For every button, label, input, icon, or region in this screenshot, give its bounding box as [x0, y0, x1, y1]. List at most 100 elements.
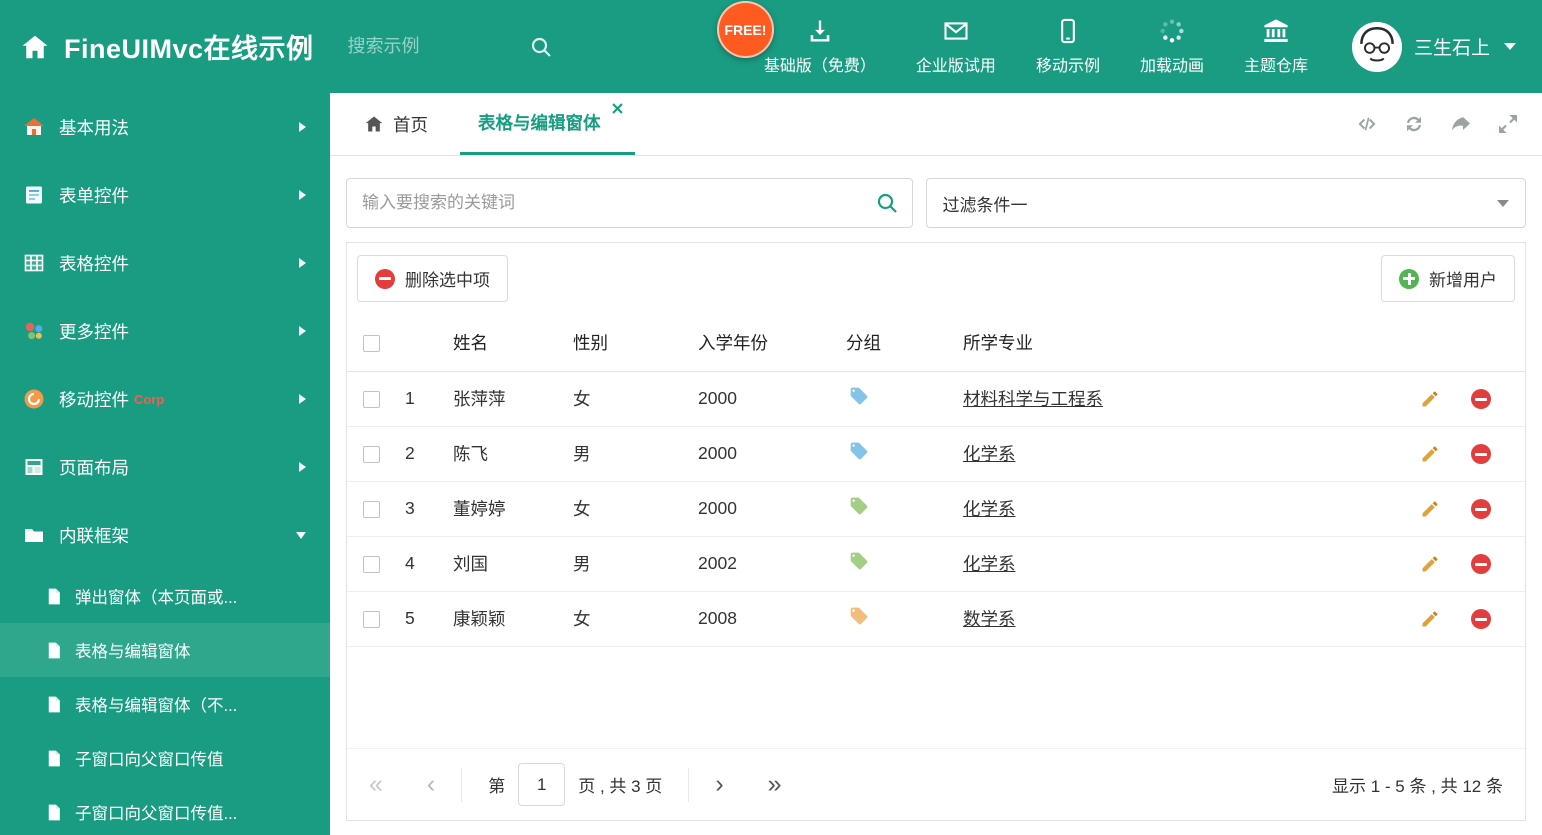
- delete-row-icon[interactable]: [1471, 444, 1491, 465]
- sidebar-subitem-grid-edit-window[interactable]: 表格与编辑窗体: [0, 623, 330, 677]
- sidebar-subitem-child-to-parent[interactable]: 子窗口向父窗口传值: [0, 731, 330, 785]
- column-header-major[interactable]: 所学专业: [963, 314, 1395, 372]
- shapes-icon: [22, 319, 46, 343]
- sidebar-item-basic-usage[interactable]: 基本用法: [0, 93, 330, 161]
- header-search-input[interactable]: [347, 36, 521, 57]
- page-number-input[interactable]: [518, 763, 566, 806]
- sidebar-item-label: 内联框架: [59, 525, 129, 546]
- table-row[interactable]: 4 刘国 男 2002 化学系: [347, 536, 1525, 592]
- pager-divider: [688, 767, 690, 802]
- add-user-button[interactable]: 新增用户: [1381, 255, 1515, 302]
- edit-icon[interactable]: [1420, 609, 1440, 629]
- filter-dropdown[interactable]: 过滤条件一: [925, 178, 1526, 228]
- chevron-down-icon: [296, 531, 306, 539]
- page-icon: [44, 749, 63, 768]
- table-row[interactable]: 1 张萍萍 女 2000 材料科学与工程系: [347, 371, 1525, 427]
- major-link[interactable]: 化学系: [963, 499, 1016, 519]
- column-header-group[interactable]: 分组: [846, 314, 963, 372]
- table-row[interactable]: 2 陈飞 男 2000 化学系: [347, 426, 1525, 482]
- search-icon[interactable]: [529, 35, 553, 59]
- nav-item-enterprise-trial[interactable]: 企业版试用: [896, 17, 1016, 76]
- sidebar-item-page-layout[interactable]: 页面布局: [0, 433, 330, 501]
- column-header-gender[interactable]: 性别: [573, 314, 698, 372]
- close-icon[interactable]: [612, 103, 623, 114]
- refresh-icon[interactable]: [1402, 112, 1426, 136]
- nav-item-mobile-demo[interactable]: 移动示例: [1016, 17, 1120, 76]
- free-badge: FREE!: [716, 1, 774, 58]
- sidebar-subitem-popup-window[interactable]: 弹出窗体（本页面或...: [0, 569, 330, 623]
- select-all-checkbox[interactable]: [363, 334, 380, 352]
- row-name: 董婷婷: [453, 481, 573, 537]
- sidebar-subitem-label: 子窗口向父窗口传值...: [75, 805, 238, 823]
- app-header: FineUIMvc在线示例 FREE! 基础版（免费） 企业版试用: [0, 0, 1542, 93]
- prev-page-button[interactable]: ‹: [427, 772, 435, 797]
- user-menu[interactable]: 三生石上: [1351, 21, 1542, 72]
- delete-selected-button[interactable]: 删除选中项: [357, 255, 508, 302]
- chevron-right-icon: [299, 326, 306, 336]
- nav-item-loading-animation[interactable]: 加载动画: [1120, 17, 1224, 76]
- sidebar-item-mobile-controls[interactable]: 移动控件 Corp: [0, 365, 330, 433]
- row-name: 刘国: [453, 536, 573, 592]
- data-table: 姓名 性别 入学年份 分组 所学专业 1 张萍萍 女 2000 材料科学与工程系…: [347, 314, 1525, 647]
- grid-toolbar: 删除选中项 新增用户: [347, 243, 1525, 314]
- table-row[interactable]: 3 董婷婷 女 2000 化学系: [347, 481, 1525, 537]
- first-page-button[interactable]: «: [369, 772, 383, 797]
- major-link[interactable]: 化学系: [963, 554, 1016, 574]
- row-checkbox[interactable]: [363, 610, 380, 628]
- row-index: 1: [405, 371, 453, 427]
- sidebar-item-inline-frame[interactable]: 内联框架: [0, 501, 330, 569]
- layout-icon: [22, 455, 46, 479]
- delete-row-icon[interactable]: [1471, 554, 1491, 575]
- keyword-search-input[interactable]: [346, 178, 913, 228]
- delete-row-icon[interactable]: [1471, 609, 1491, 630]
- index-column-header: [405, 314, 453, 372]
- sidebar-subitem-label: 子窗口向父窗口传值: [75, 751, 224, 769]
- sidebar-item-form-controls[interactable]: 表单控件: [0, 161, 330, 229]
- sidebar-subitem-child-to-parent-2[interactable]: 子窗口向父窗口传值...: [0, 785, 330, 835]
- search-icon[interactable]: [875, 191, 899, 215]
- column-header-name[interactable]: 姓名: [453, 314, 573, 372]
- row-checkbox[interactable]: [363, 500, 380, 518]
- row-name: 陈飞: [453, 426, 573, 482]
- form-icon: [22, 183, 46, 207]
- row-index: 3: [405, 481, 453, 537]
- edit-icon[interactable]: [1420, 444, 1440, 464]
- nav-label: 加载动画: [1139, 58, 1204, 75]
- delete-row-icon[interactable]: [1471, 389, 1491, 410]
- delete-row-icon[interactable]: [1471, 499, 1491, 520]
- chevron-right-icon: [299, 190, 306, 200]
- sidebar-subitem-grid-edit-window-2[interactable]: 表格与编辑窗体（不...: [0, 677, 330, 731]
- row-checkbox[interactable]: [363, 390, 380, 408]
- major-link[interactable]: 化学系: [963, 444, 1016, 464]
- nav-label: 基础版（免费）: [763, 58, 876, 75]
- nav-item-theme-repo[interactable]: 主题仓库: [1224, 17, 1328, 76]
- row-checkbox[interactable]: [363, 445, 380, 463]
- edit-icon[interactable]: [1420, 499, 1440, 519]
- sidebar-item-grid-controls[interactable]: 表格控件: [0, 229, 330, 297]
- fullscreen-icon[interactable]: [1496, 112, 1520, 136]
- tab-grid-edit-window[interactable]: 表格与编辑窗体: [460, 93, 635, 155]
- brand[interactable]: FineUIMvc在线示例: [0, 27, 314, 66]
- row-gender: 男: [573, 536, 698, 592]
- edit-icon[interactable]: [1420, 389, 1440, 409]
- tab-home[interactable]: 首页: [346, 93, 446, 155]
- nav-item-basic-free[interactable]: FREE! 基础版（免费）: [716, 1, 896, 76]
- next-page-button[interactable]: ›: [715, 772, 723, 797]
- major-link[interactable]: 材料科学与工程系: [963, 389, 1103, 409]
- last-page-button[interactable]: »: [768, 772, 782, 797]
- app-window: FineUIMvc在线示例 FREE! 基础版（免费） 企业版试用: [0, 0, 1542, 835]
- table-header-row: 姓名 性别 入学年份 分组 所学专业: [347, 314, 1525, 372]
- grid-panel: 删除选中项 新增用户 姓名 性别 入学年份 分组 所学专业 1 张萍萍 女 20…: [346, 242, 1526, 821]
- sidebar-item-more-controls[interactable]: 更多控件: [0, 297, 330, 365]
- source-code-icon[interactable]: [1355, 112, 1379, 136]
- row-checkbox[interactable]: [363, 555, 380, 573]
- column-header-year[interactable]: 入学年份: [698, 314, 846, 372]
- sidebar-item-label: 移动控件: [59, 389, 129, 410]
- open-in-new-icon[interactable]: [1449, 112, 1473, 136]
- table-row[interactable]: 5 康颖颖 女 2008 数学系: [347, 591, 1525, 647]
- chevron-down-icon: [1497, 199, 1509, 207]
- table-icon: [22, 251, 46, 275]
- major-link[interactable]: 数学系: [963, 609, 1016, 629]
- nav-label: 主题仓库: [1243, 58, 1308, 75]
- edit-icon[interactable]: [1420, 554, 1440, 574]
